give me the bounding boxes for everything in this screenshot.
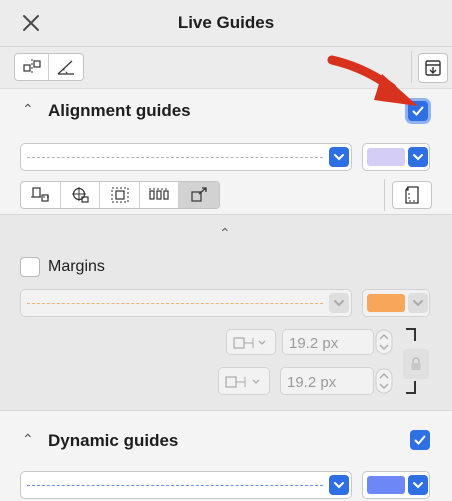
chevron-down-icon: [408, 475, 428, 495]
margin-side-icon: [225, 376, 260, 388]
dynamic-color-dropdown[interactable]: [362, 471, 430, 499]
margins-color-swatch: [367, 294, 405, 312]
chevron-down-icon: [329, 475, 349, 495]
margin-offset-stepper-1[interactable]: [375, 329, 393, 355]
margins-label: Margins: [48, 258, 105, 275]
object-guides-button[interactable]: [15, 54, 49, 80]
lock-icon: [411, 357, 421, 370]
margins-line-style-dropdown[interactable]: [20, 289, 352, 317]
dynamic-color-swatch: [367, 476, 405, 494]
dynamic-guides-checkbox[interactable]: [410, 430, 430, 450]
align-edges-icon: [31, 187, 50, 202]
align-edges-button[interactable]: [21, 182, 61, 208]
collapse-caret-icon[interactable]: ⌃: [22, 431, 34, 448]
align-inside-icon: [111, 187, 129, 203]
margins-section: ⌃ Margins 19.2 px 19.2 px: [0, 214, 452, 410]
margin-offset-stepper-2[interactable]: [375, 368, 393, 394]
stepper-icon: [375, 368, 393, 394]
align-centers-icon: [71, 187, 89, 203]
guide-mode-segment: [14, 53, 84, 81]
chevron-down-icon: [408, 147, 428, 167]
alignment-color-dropdown[interactable]: [362, 143, 430, 171]
title-bar: Live Guides: [0, 0, 452, 46]
margin-offset-value-2: 19.2 px: [287, 374, 337, 391]
margin-side-dropdown-2[interactable]: [218, 367, 270, 395]
dashed-line-preview: [27, 303, 323, 304]
dynamic-guides-section: ⌃ Dynamic guides: [0, 410, 452, 501]
chevron-down-icon: [329, 293, 349, 313]
page-icon: [393, 182, 431, 208]
dashed-line-preview: [27, 157, 323, 158]
checkmark-icon: [414, 435, 426, 445]
section-divider: [384, 179, 385, 211]
resize-guides-button[interactable]: [179, 182, 219, 208]
alignment-color-swatch: [367, 148, 405, 166]
margin-offset-value-1: 19.2 px: [289, 335, 339, 352]
align-inside-button[interactable]: [100, 182, 140, 208]
alignment-mode-segment: [20, 181, 220, 209]
margin-side-dropdown-1[interactable]: [226, 329, 276, 355]
distribute-button[interactable]: [140, 182, 180, 208]
alignment-guides-heading: Alignment guides: [48, 101, 191, 120]
resize-icon: [191, 187, 207, 202]
margins-color-dropdown[interactable]: [362, 289, 430, 317]
angle-guides-button[interactable]: [49, 54, 83, 80]
page-guides-button[interactable]: [392, 181, 432, 209]
alignment-line-style-dropdown[interactable]: [20, 143, 352, 171]
chevron-down-icon: [408, 293, 428, 313]
margin-offset-input-2[interactable]: 19.2 px: [280, 367, 374, 395]
align-centers-button[interactable]: [61, 182, 101, 208]
object-align-icon: [22, 59, 41, 75]
expand-caret-icon[interactable]: ⌃: [219, 225, 231, 242]
link-offsets-button[interactable]: [403, 349, 429, 379]
dynamic-line-style-dropdown[interactable]: [20, 471, 352, 499]
margins-checkbox[interactable]: [20, 257, 40, 277]
dashed-line-preview: [27, 485, 323, 486]
dynamic-guides-heading: Dynamic guides: [48, 431, 179, 450]
margin-offset-input-1[interactable]: 19.2 px: [282, 329, 374, 355]
angle-icon: [57, 60, 74, 75]
chevron-down-icon: [329, 147, 349, 167]
margin-side-icon: [233, 337, 266, 349]
window-title: Live Guides: [177, 13, 275, 32]
distribute-icon: [149, 188, 170, 200]
stepper-icon: [375, 329, 393, 355]
collapse-caret-icon[interactable]: ⌃: [22, 101, 34, 118]
red-arrow-annotation: [327, 55, 418, 106]
